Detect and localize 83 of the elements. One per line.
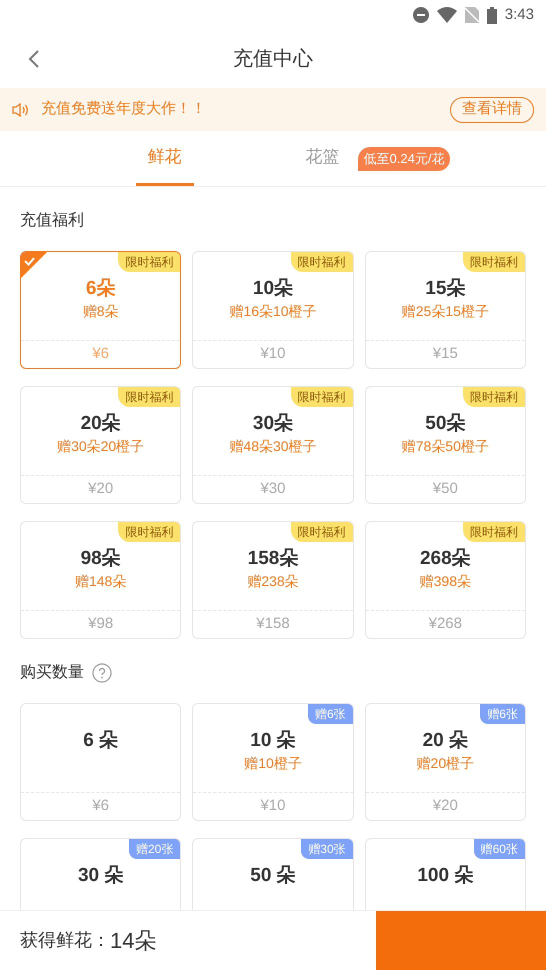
promo-tag: 限时福利 [462,387,525,407]
package-card[interactable]: 赠60张 100 朵 [364,838,526,910]
package-card[interactable]: 6 朵 ¥6 [20,703,182,821]
gift-text: 赠20橙子 [416,754,474,773]
package-amount: 30 朵 [78,864,124,888]
package-card[interactable]: 限时福利 6朵 赠8朵 ¥6 [20,251,182,369]
price-text: ¥10 [260,344,286,364]
price-text: ¥20 [88,479,114,500]
price-text: ¥50 [432,479,458,500]
package-card[interactable]: 赠20张 30 朵 [20,838,182,910]
section-title: 充值福利 [20,210,84,231]
promo-tag: 限时福利 [118,387,180,407]
promo-tag: 赠6张 [308,704,353,724]
promo-tag: 赠6张 [480,704,525,724]
promo-tag: 限时福利 [118,252,180,272]
promo-tag: 限时福利 [118,522,180,542]
discount-tag: 低至0.24元/花 [358,146,450,170]
selected-check-icon [21,252,47,278]
price-text: ¥20 [432,796,458,816]
gift-text: 赠148朵 [74,572,126,591]
gift-text: 赠8朵 [82,302,119,321]
price-text: ¥10 [260,796,286,816]
package-amount: 158朵 [248,547,298,571]
package-amount: 50朵 [425,412,466,436]
package-amount: 50 朵 [250,864,296,888]
footer-value: 14朵 [110,927,156,955]
package-amount: 268朵 [420,547,471,571]
package-amount: 6 朵 [83,729,118,753]
package-card[interactable]: 限时福利 20朵 赠30朵20橙子 ¥20 [20,386,182,504]
footer-label: 获得鲜花： [20,929,110,952]
package-card[interactable]: 限时福利 98朵 赠148朵 ¥98 [20,521,182,639]
package-amount: 15朵 [425,277,466,301]
status-time: 3:43 [504,4,534,25]
gift-text: 赠78朵50橙子 [402,437,489,456]
promo-tag: 限时福利 [462,522,525,542]
promo-tag: 限时福利 [290,252,353,272]
promo-tag: 限时福利 [290,387,353,407]
price-text: ¥6 [92,344,109,364]
price-text: ¥6 [92,796,109,816]
package-amount: 20 朵 [422,729,468,753]
wifi-icon [436,7,457,23]
speaker-icon [12,102,30,118]
battery-icon [486,6,497,24]
package-amount: 6朵 [86,277,116,301]
gift-text: 赠238朵 [247,572,299,591]
price-text: ¥158 [256,614,290,634]
gift-text: 赠48朵30橙子 [229,437,317,456]
gift-text: 赠30朵20橙子 [57,437,144,456]
price-text: ¥30 [260,479,286,500]
do-not-disturb-icon [412,7,429,23]
back-icon[interactable] [28,49,40,69]
notice-text: 充值免费送年度大作！！ [41,99,206,120]
package-card[interactable]: 赠6张 20 朵 赠20橙子 ¥20 [364,703,526,821]
no-sim-icon [464,7,479,23]
help-icon[interactable] [92,663,112,683]
package-card[interactable]: 赠6张 10 朵 赠10橙子 ¥10 [192,703,354,821]
gift-text: 赠16朵10橙子 [229,302,317,321]
package-amount: 10朵 [252,277,294,301]
package-amount: 30朵 [252,412,294,436]
package-card[interactable]: 限时福利 50朵 赠78朵50橙子 ¥50 [364,386,526,504]
gift-text: 赠398朵 [420,572,471,591]
promo-tag: 限时福利 [290,522,353,542]
promo-tag: 赠20张 [128,839,180,859]
package-amount: 20朵 [80,412,121,436]
package-amount: 10 朵 [250,729,296,753]
package-card[interactable]: 赠30张 50 朵 [192,838,354,910]
package-card[interactable]: 限时福利 268朵 赠398朵 ¥268 [364,521,526,639]
gift-text: 赠10橙子 [244,754,302,773]
promo-tag: 赠30张 [301,839,353,859]
price-text: ¥268 [428,614,462,634]
promo-tag: 赠60张 [474,839,525,859]
package-card[interactable]: 限时福利 158朵 赠238朵 ¥158 [192,521,354,639]
promo-tag: 限时福利 [462,252,525,272]
price-text: ¥98 [88,614,114,634]
package-card[interactable]: 限时福利 10朵 赠16朵10橙子 ¥10 [192,251,354,369]
package-card[interactable]: 限时福利 30朵 赠48朵30橙子 ¥30 [192,386,354,504]
gift-text: 赠25朵15橙子 [402,302,489,321]
section-title: 购买数量 [20,663,84,683]
price-text: ¥15 [432,344,458,364]
page-title: 充值中心 [233,47,313,72]
package-card[interactable]: 限时福利 15朵 赠25朵15橙子 ¥15 [364,251,526,369]
package-amount: 100 朵 [417,864,474,888]
package-amount: 98朵 [80,547,121,571]
